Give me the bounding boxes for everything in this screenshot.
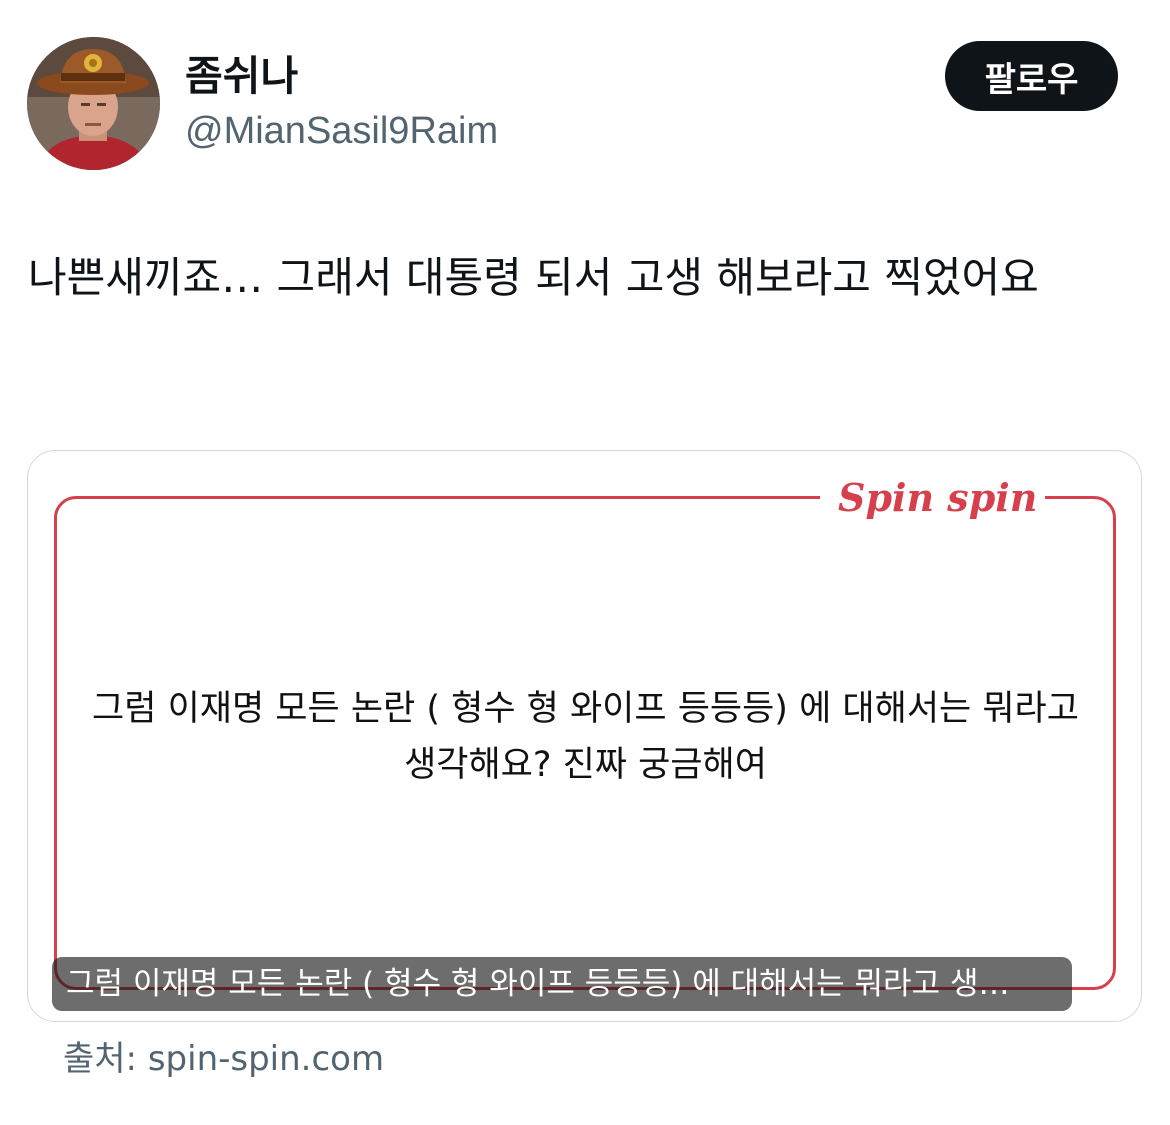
link-card[interactable]: Spin spin 그럼 이재명 모든 논란 ( 형수 형 와이프 등등등) 에… [27, 450, 1142, 1022]
tweet-text: 나쁜새끼죠… 그래서 대통령 되서 고생 해보라고 찍었어요 [28, 253, 1039, 302]
avatar-image [27, 37, 160, 170]
tweet-view: 좀쉬나 @MianSasil9Raim 팔로우 나쁜새끼죠… 그래서 대통령 되… [0, 0, 1170, 1125]
card-caption: 그럼 이재명 모든 논란 ( 형수 형 와이프 등등등) 에 대해서는 뭐라고 … [52, 957, 1072, 1011]
spinspin-logo: Spin spin [838, 475, 1038, 520]
card-question: 그럼 이재명 모든 논란 ( 형수 형 와이프 등등등) 에 대해서는 뭐라고 … [92, 689, 1079, 785]
display-name[interactable]: 좀쉬나 [185, 50, 298, 102]
user-handle[interactable]: @MianSasil9Raim [185, 106, 498, 156]
source-link[interactable]: 출처: spin-spin.com [63, 1036, 384, 1082]
avatar[interactable] [27, 37, 160, 170]
follow-button[interactable]: 팔로우 [945, 41, 1118, 111]
